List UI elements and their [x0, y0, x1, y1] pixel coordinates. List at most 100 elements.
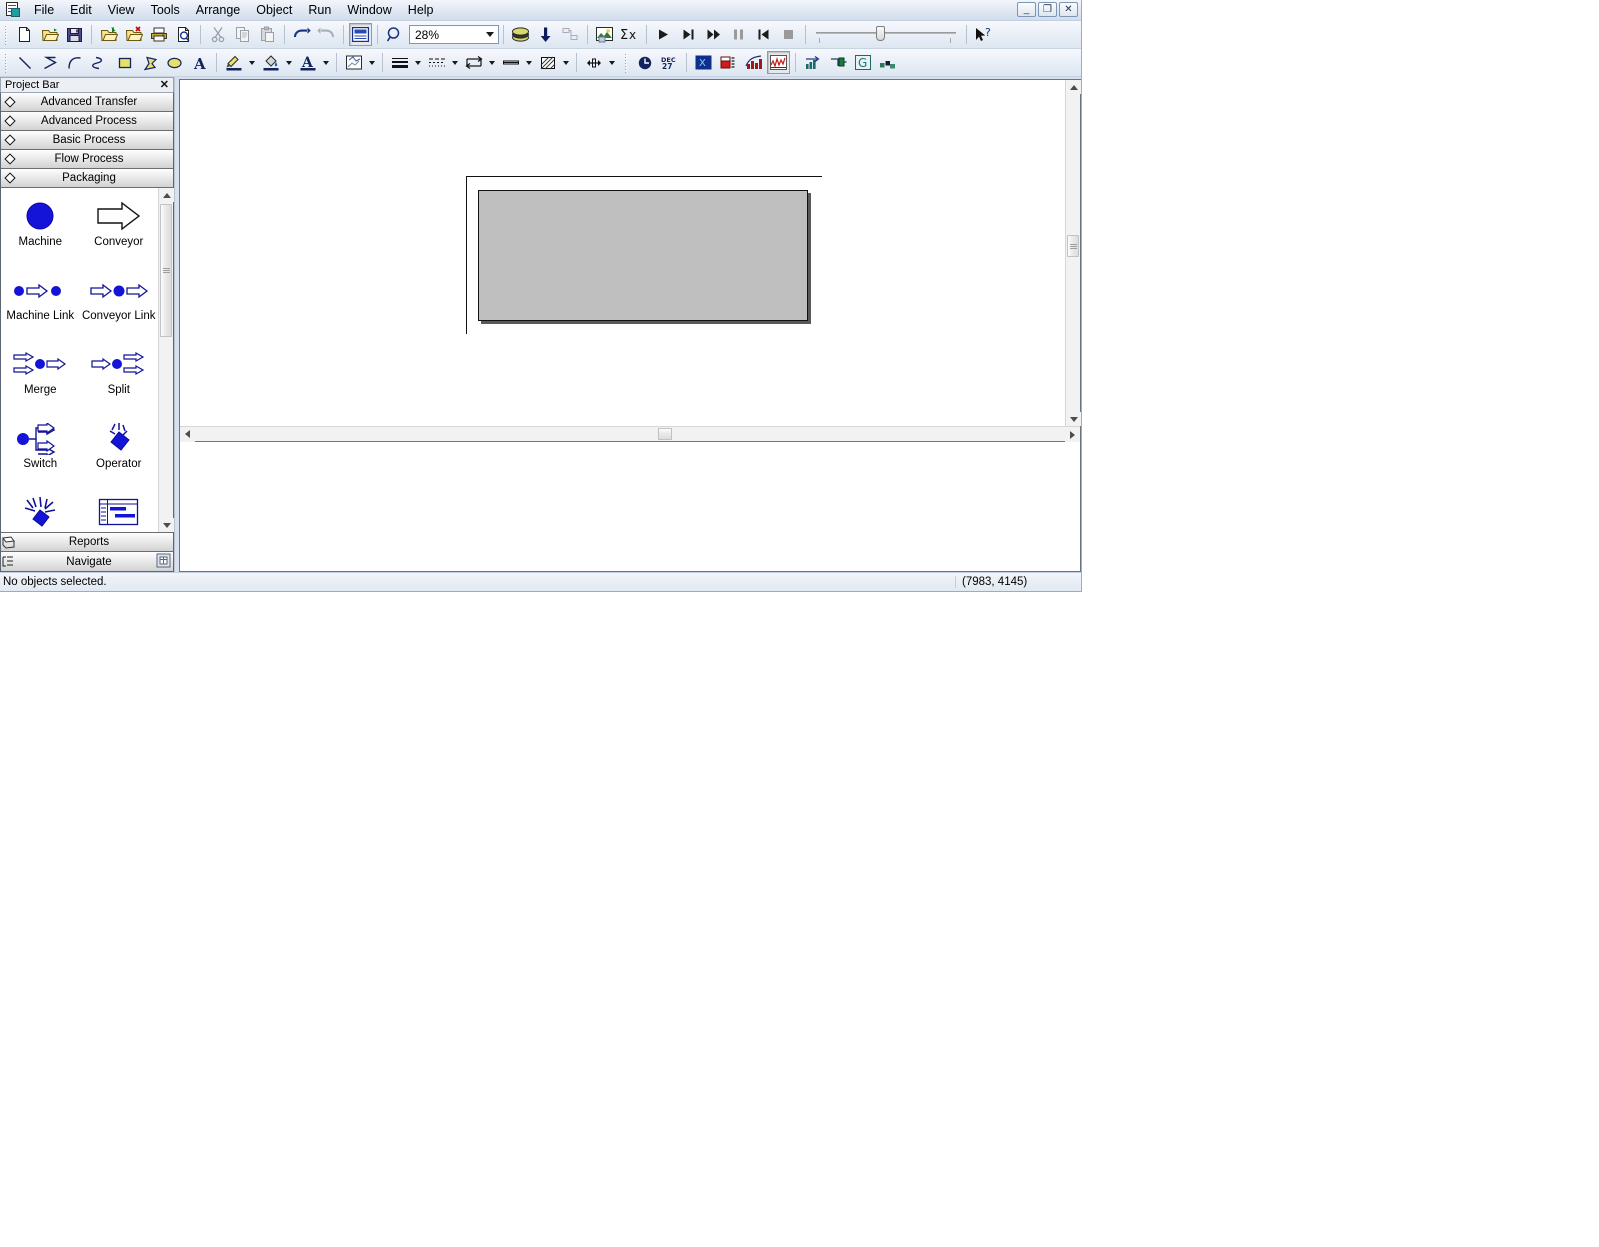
arrow-style-dropdown[interactable]	[486, 51, 498, 74]
step-icon[interactable]	[677, 23, 700, 46]
attach-file-icon[interactable]	[97, 23, 120, 46]
redo-icon[interactable]	[315, 23, 338, 46]
menu-item-arrange[interactable]: Arrange	[188, 1, 248, 20]
chevron-down-icon[interactable]	[481, 26, 498, 43]
scroll-up-icon[interactable]	[159, 188, 174, 202]
module-split[interactable]: Split	[80, 344, 159, 418]
menu-item-view[interactable]: View	[100, 1, 143, 20]
stop-icon[interactable]	[777, 23, 800, 46]
play-icon[interactable]	[652, 23, 675, 46]
rectangle-icon[interactable]	[113, 51, 136, 74]
sigma-x-icon[interactable]: Σx	[618, 23, 641, 46]
polygon-icon[interactable]	[138, 51, 161, 74]
cut-icon[interactable]	[206, 23, 229, 46]
module-schedule[interactable]	[80, 492, 159, 532]
pause-icon[interactable]	[727, 23, 750, 46]
close-icon[interactable]: ✕	[160, 79, 169, 91]
menu-item-tools[interactable]: Tools	[143, 1, 188, 20]
line-style-dropdown[interactable]	[449, 51, 461, 74]
polyline-icon[interactable]	[38, 51, 61, 74]
fill-color-icon[interactable]	[259, 51, 282, 74]
storage-icon[interactable]	[876, 51, 899, 74]
panel-advanced-process[interactable]: Advanced Process	[1, 112, 173, 131]
level-icon[interactable]	[717, 51, 740, 74]
module-robot[interactable]	[1, 492, 80, 532]
histogram-icon[interactable]	[742, 51, 765, 74]
spreadsheet-pane[interactable]	[179, 442, 1081, 572]
module-conveyor-link[interactable]: Conveyor Link	[80, 270, 159, 344]
line-end-dropdown[interactable]	[523, 51, 535, 74]
help-pointer-icon[interactable]: ?	[972, 23, 995, 46]
arrow-down-icon[interactable]	[534, 23, 557, 46]
line-icon[interactable]	[13, 51, 36, 74]
minimize-button[interactable]: _	[1017, 2, 1036, 17]
global-icon[interactable]: G	[851, 51, 874, 74]
panel-reports[interactable]: Reports	[1, 533, 173, 552]
module-machine-link[interactable]: Machine Link	[1, 270, 80, 344]
menu-item-edit[interactable]: Edit	[62, 1, 100, 20]
animate-picture-icon[interactable]	[593, 23, 616, 46]
menu-item-window[interactable]: Window	[339, 1, 399, 20]
clock-icon[interactable]	[633, 51, 656, 74]
canvas-vscroll-thumb[interactable]	[1067, 235, 1079, 257]
module-machine[interactable]: Machine	[1, 196, 80, 270]
slider-thumb[interactable]	[876, 25, 885, 41]
text-color-dropdown[interactable]	[320, 51, 332, 74]
panel-flow-process[interactable]: Flow Process	[1, 150, 173, 169]
module-merge[interactable]: Merge	[1, 344, 80, 418]
line-color-dropdown[interactable]	[246, 51, 258, 74]
menu-item-object[interactable]: Object	[248, 1, 300, 20]
start-over-icon[interactable]	[752, 23, 775, 46]
ellipse-icon[interactable]	[163, 51, 186, 74]
fill-color-dropdown[interactable]	[283, 51, 295, 74]
canvas-vertical-scrollbar[interactable]	[1065, 80, 1081, 426]
text-color-icon[interactable]: A	[296, 51, 319, 74]
close-button[interactable]: ✕	[1059, 2, 1078, 17]
layers-icon[interactable]	[509, 23, 532, 46]
fill-pattern-dropdown[interactable]	[560, 51, 572, 74]
print-preview-icon[interactable]	[172, 23, 195, 46]
zoom-combo[interactable]: 28%	[409, 25, 499, 44]
scroll-up-icon[interactable]	[1066, 80, 1081, 94]
model-canvas[interactable]	[180, 80, 1065, 426]
toolbar-grip[interactable]	[4, 24, 8, 45]
text-align-icon[interactable]	[582, 51, 605, 74]
navigate-panel-icon[interactable]	[156, 553, 171, 568]
line-style-icon[interactable]	[425, 51, 448, 74]
panel-basic-process[interactable]: Basic Process	[1, 131, 173, 150]
scroll-down-icon[interactable]	[159, 518, 174, 532]
canvas-horizontal-scrollbar[interactable]	[180, 426, 1080, 442]
connect-icon[interactable]	[559, 23, 582, 46]
panel-advanced-transfer[interactable]: Advanced Transfer	[1, 93, 173, 112]
line-width-dropdown[interactable]	[412, 51, 424, 74]
view-window-icon[interactable]	[349, 23, 372, 46]
queue-icon[interactable]	[801, 51, 824, 74]
new-icon[interactable]	[13, 23, 36, 46]
bezier-icon[interactable]	[88, 51, 111, 74]
fill-pattern-icon[interactable]	[536, 51, 559, 74]
calendar-icon[interactable]: DEC 27	[658, 51, 681, 74]
arrow-style-icon[interactable]	[462, 51, 485, 74]
open-icon[interactable]	[38, 23, 61, 46]
fast-forward-icon[interactable]	[702, 23, 725, 46]
canvas-hscroll-thumb[interactable]	[658, 428, 672, 440]
palette-scroll-thumb[interactable]	[160, 204, 172, 337]
menu-item-run[interactable]: Run	[300, 1, 339, 20]
module-operator[interactable]: Operator	[80, 418, 159, 492]
variable-icon[interactable]: X	[692, 51, 715, 74]
window-color-dropdown[interactable]	[366, 51, 378, 74]
menu-item-file[interactable]: File	[26, 1, 62, 20]
scroll-right-icon[interactable]	[1065, 427, 1080, 442]
panel-navigate[interactable]: Navigate	[1, 552, 173, 571]
scroll-left-icon[interactable]	[180, 426, 195, 442]
undo-icon[interactable]	[290, 23, 313, 46]
palette-scrollbar[interactable]	[158, 188, 174, 532]
save-icon[interactable]	[63, 23, 86, 46]
detach-file-icon[interactable]	[122, 23, 145, 46]
speed-slider[interactable]	[816, 24, 956, 46]
toolbar-grip[interactable]	[624, 52, 628, 73]
print-icon[interactable]	[147, 23, 170, 46]
window-color-icon[interactable]	[342, 51, 365, 74]
model-entity-rectangle[interactable]	[478, 190, 808, 321]
paste-icon[interactable]	[256, 23, 279, 46]
